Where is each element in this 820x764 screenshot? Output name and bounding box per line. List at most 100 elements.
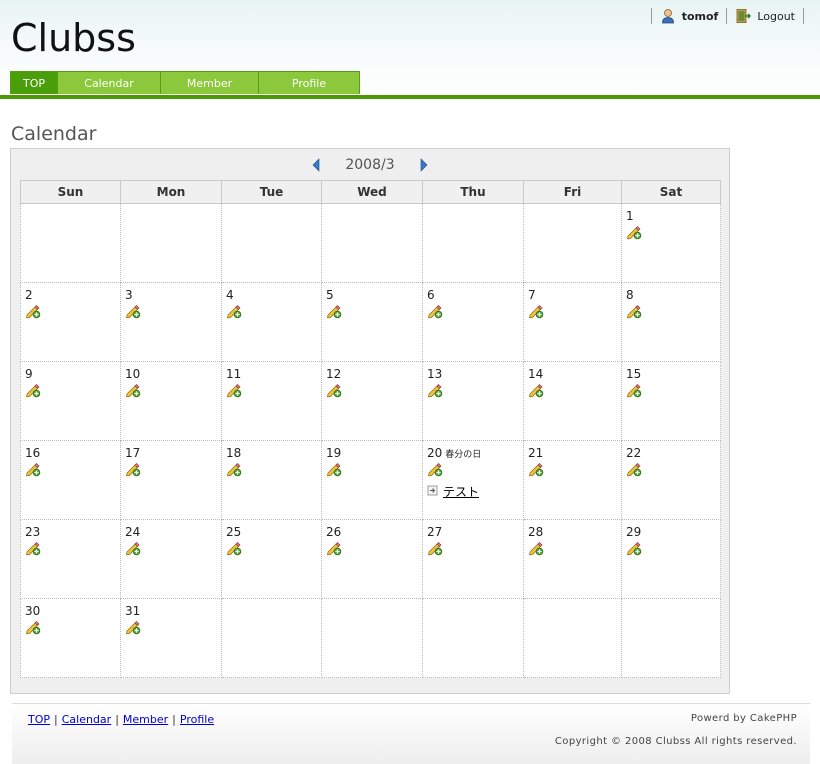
footer-link-profile[interactable]: Profile (180, 713, 214, 726)
empty-day-cell (321, 203, 423, 283)
event-link[interactable]: テスト (443, 483, 479, 500)
logout-link[interactable]: Logout (757, 10, 795, 23)
day-cell: 10 (120, 361, 222, 441)
prev-month-button[interactable] (309, 157, 323, 173)
holiday-label: 春分の日 (445, 450, 482, 460)
day-cell: 13 (422, 361, 524, 441)
day-cell: 2 (20, 282, 121, 362)
calendar-panel: 2008/3 Sun Mon Tue Wed Thu Fri Sat 12345… (10, 148, 730, 694)
pencil-add-icon[interactable] (25, 540, 41, 556)
header: Clubss tomof Logout TOP Calendar Member … (0, 0, 820, 95)
footer-nav: TOP | Calendar | Member | Profile (28, 713, 214, 726)
pencil-add-icon[interactable] (326, 303, 342, 319)
day-header: 2 (25, 288, 116, 302)
pencil-add-icon[interactable] (626, 382, 642, 398)
day-number: 5 (326, 288, 334, 302)
day-header: 7 (528, 288, 617, 302)
pencil-add-icon[interactable] (528, 303, 544, 319)
empty-day-cell (523, 598, 622, 678)
door-icon[interactable] (735, 8, 752, 24)
day-cell: 23 (20, 519, 121, 599)
day-header: 20 春分の日 (427, 446, 519, 460)
pencil-add-icon[interactable] (427, 461, 443, 477)
footer: TOP | Calendar | Member | Profile Powerd by Ca… (12, 703, 810, 764)
logout-item[interactable]: Logout (735, 8, 795, 24)
day-cell: 12 (321, 361, 423, 441)
pencil-add-icon[interactable] (125, 382, 141, 398)
pencil-add-icon[interactable] (326, 382, 342, 398)
day-header: 11 (226, 367, 317, 381)
pencil-add-icon[interactable] (25, 382, 41, 398)
day-number: 29 (626, 525, 642, 539)
day-number: 4 (226, 288, 234, 302)
day-cell: 17 (120, 440, 222, 520)
separator: | (172, 713, 176, 726)
empty-day-cell (221, 598, 322, 678)
pencil-add-icon[interactable] (25, 461, 41, 477)
day-header: 4 (226, 288, 317, 302)
day-cell: 5 (321, 282, 423, 362)
pencil-add-icon[interactable] (226, 303, 242, 319)
day-header: 9 (25, 367, 116, 381)
pencil-add-icon[interactable] (226, 540, 242, 556)
pencil-add-icon[interactable] (326, 461, 342, 477)
pencil-add-icon[interactable] (427, 303, 443, 319)
arrow-left-icon[interactable] (311, 158, 321, 172)
day-cell: 14 (523, 361, 622, 441)
separator: | (54, 713, 58, 726)
day-number: 18 (226, 446, 242, 460)
footer-link-calendar[interactable]: Calendar (62, 713, 111, 726)
day-cell: 9 (20, 361, 121, 441)
pencil-add-icon[interactable] (626, 224, 642, 240)
pencil-add-icon[interactable] (326, 540, 342, 556)
day-cell: 3 (120, 282, 222, 362)
arrow-right-icon[interactable] (419, 158, 429, 172)
day-number: 7 (528, 288, 536, 302)
pencil-add-icon[interactable] (528, 461, 544, 477)
pencil-add-icon[interactable] (226, 382, 242, 398)
pencil-add-icon[interactable] (427, 382, 443, 398)
pencil-add-icon[interactable] (626, 540, 642, 556)
calendar-week-row: 9 10 11 12 13 14 15 (20, 361, 721, 441)
day-header: 30 (25, 604, 116, 618)
pencil-add-icon[interactable] (125, 540, 141, 556)
calendar-week-row: 1 (20, 203, 721, 283)
tab-calendar[interactable]: Calendar (57, 71, 161, 94)
empty-day-cell (221, 203, 322, 283)
pencil-add-icon[interactable] (528, 540, 544, 556)
day-header: 27 (427, 525, 519, 539)
day-cell: 29 (621, 519, 721, 599)
tab-top[interactable]: TOP (10, 71, 58, 94)
calendar-body: 1 2 3 4 5 6 7 8 9 10 11 12 13 14 15 16 17 18 19 20 春分の日 テスト 21… (20, 203, 721, 678)
day-header: 28 (528, 525, 617, 539)
day-header: 16 (25, 446, 116, 460)
day-cell: 19 (321, 440, 423, 520)
user-info: tomof (660, 8, 718, 24)
tab-profile[interactable]: Profile (258, 71, 360, 94)
pencil-add-icon[interactable] (626, 303, 642, 319)
tab-member[interactable]: Member (160, 71, 259, 94)
day-header: 25 (226, 525, 317, 539)
weekday-header: Sat (621, 180, 721, 204)
day-header: 24 (125, 525, 217, 539)
next-month-button[interactable] (417, 157, 431, 173)
day-header: 31 (125, 604, 217, 618)
day-header: 23 (25, 525, 116, 539)
footer-link-top[interactable]: TOP (28, 713, 50, 726)
pencil-add-icon[interactable] (626, 461, 642, 477)
day-number: 2 (25, 288, 33, 302)
pencil-add-icon[interactable] (25, 303, 41, 319)
pencil-add-icon[interactable] (528, 382, 544, 398)
pencil-add-icon[interactable] (427, 540, 443, 556)
day-number: 12 (326, 367, 342, 381)
pencil-add-icon[interactable] (125, 461, 141, 477)
empty-day-cell (321, 598, 423, 678)
pencil-add-icon[interactable] (125, 619, 141, 635)
pencil-add-icon[interactable] (25, 619, 41, 635)
calendar-week-row: 2 3 4 5 6 7 8 (20, 282, 721, 362)
pencil-add-icon[interactable] (125, 303, 141, 319)
site-title[interactable]: Clubss (11, 16, 136, 60)
footer-link-member[interactable]: Member (123, 713, 168, 726)
day-header: 13 (427, 367, 519, 381)
pencil-add-icon[interactable] (226, 461, 242, 477)
